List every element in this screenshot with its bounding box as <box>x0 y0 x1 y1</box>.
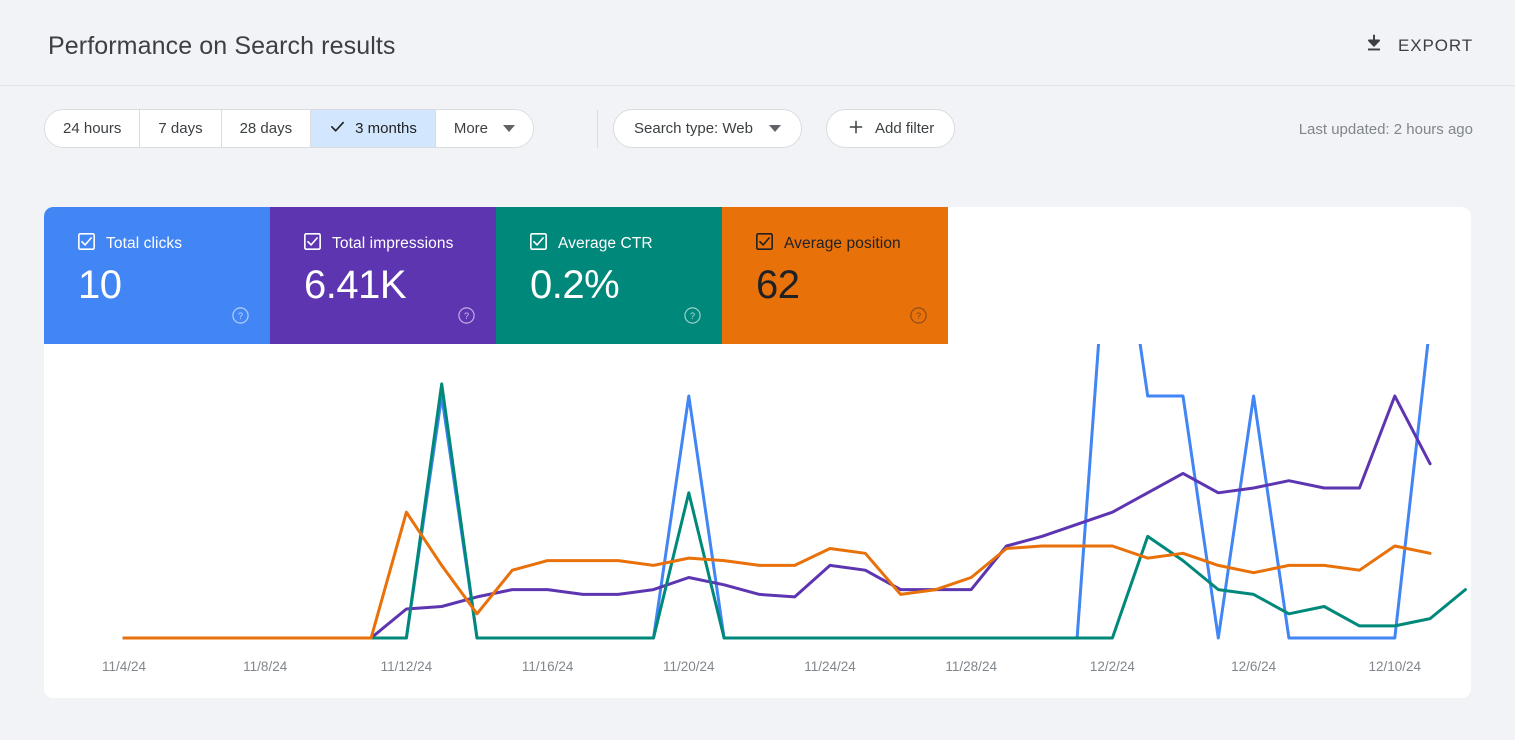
date-range-more[interactable]: More <box>435 110 534 147</box>
metric-cards: Total clicks 10 ? Total impressions 6.41… <box>44 207 948 344</box>
filter-bar: 24 hours 7 days 28 days 3 months More Se… <box>0 86 1515 170</box>
chart-x-tick-label: 11/20/24 <box>663 659 715 674</box>
date-range-3-months-label: 3 months <box>355 120 417 137</box>
metric-card-average-ctr[interactable]: Average CTR 0.2% ? <box>496 207 722 344</box>
checkbox-icon[interactable] <box>304 233 321 255</box>
svg-text:?: ? <box>464 311 469 321</box>
chart-x-tick-label: 11/28/24 <box>945 659 997 674</box>
metric-value: 6.41K <box>304 263 407 307</box>
metric-value: 0.2% <box>530 263 620 307</box>
search-type-label: Search type: Web <box>634 120 753 137</box>
metric-card-header: Average CTR <box>530 233 722 255</box>
svg-text:?: ? <box>916 311 921 321</box>
chart-x-tick-label: 11/24/24 <box>804 659 856 674</box>
checkbox-icon[interactable] <box>530 233 547 255</box>
chart-x-tick-label: 12/6/24 <box>1231 659 1277 674</box>
last-updated-text: Last updated: 2 hours ago <box>1298 121 1473 138</box>
chart-x-tick-label: 11/16/24 <box>522 659 574 674</box>
date-range-28-days[interactable]: 28 days <box>221 110 312 147</box>
metric-value: 62 <box>756 263 800 307</box>
metric-card-average-position[interactable]: Average position 62 ? <box>722 207 948 344</box>
date-range-7-days[interactable]: 7 days <box>140 110 222 147</box>
chart-x-tick-label: 11/8/24 <box>243 659 288 674</box>
page-header: Performance on Search results EXPORT <box>0 0 1515 86</box>
export-button[interactable]: EXPORT <box>1363 32 1473 59</box>
date-range-more-label: More <box>453 120 489 137</box>
help-icon[interactable]: ? <box>457 306 476 330</box>
search-type-filter[interactable]: Search type: Web <box>613 109 802 148</box>
date-range-7-days-label: 7 days <box>158 120 203 137</box>
date-range-24-hours[interactable]: 24 hours <box>45 110 141 147</box>
chart-x-tick-label: 12/10/24 <box>1369 659 1422 674</box>
date-range-24-hours-label: 24 hours <box>63 120 122 137</box>
metric-card-total-clicks[interactable]: Total clicks 10 ? <box>44 207 270 344</box>
filter-divider <box>597 110 598 148</box>
date-range-3-months[interactable]: 3 months <box>311 110 436 147</box>
performance-chart[interactable]: 11/4/24 11/8/24 11/12/24 11/16/24 11/20/24 11… <box>44 344 1471 698</box>
metric-label: Total clicks <box>106 235 183 252</box>
metric-card-header: Total clicks <box>78 233 270 255</box>
chart-svg: 11/4/24 11/8/24 11/12/24 11/16/24 11/20/24 11… <box>102 344 1467 674</box>
date-range-28-days-label: 28 days <box>239 120 293 137</box>
help-icon[interactable]: ? <box>909 306 928 330</box>
performance-page: Performance on Search results EXPORT 24 … <box>0 0 1515 740</box>
chart-x-tick-label: 11/12/24 <box>381 659 433 674</box>
metric-label: Average CTR <box>558 235 653 252</box>
page-title: Performance on Search results <box>48 32 396 60</box>
help-icon[interactable]: ? <box>231 306 250 330</box>
chevron-down-icon <box>503 125 516 132</box>
metric-label: Total impressions <box>332 235 454 252</box>
plus-icon <box>847 118 865 140</box>
check-icon <box>329 118 346 139</box>
checkbox-icon[interactable] <box>78 233 95 255</box>
add-filter-button[interactable]: Add filter <box>826 109 956 148</box>
metric-card-header: Average position <box>756 233 948 255</box>
metric-value: 10 <box>78 263 122 307</box>
chart-line-average-ctr <box>122 382 1467 640</box>
svg-text:?: ? <box>238 311 243 321</box>
chart-x-tick-label: 11/4/24 <box>102 659 147 674</box>
add-filter-label: Add filter <box>875 120 935 137</box>
performance-panel: Total clicks 10 ? Total impressions 6.41… <box>44 207 1471 698</box>
checkbox-icon[interactable] <box>756 233 773 255</box>
date-range-group: 24 hours 7 days 28 days 3 months More <box>44 109 535 148</box>
export-label: EXPORT <box>1398 35 1473 55</box>
download-icon <box>1363 32 1385 59</box>
chevron-down-icon <box>768 125 781 132</box>
metric-card-header: Total impressions <box>304 233 496 255</box>
help-icon[interactable]: ? <box>683 306 702 330</box>
metric-label: Average position <box>784 235 901 252</box>
chart-x-tick-label: 12/2/24 <box>1090 659 1136 674</box>
metric-card-total-impressions[interactable]: Total impressions 6.41K ? <box>270 207 496 344</box>
chart-line-total-impressions <box>122 394 1432 640</box>
svg-text:?: ? <box>690 311 695 321</box>
